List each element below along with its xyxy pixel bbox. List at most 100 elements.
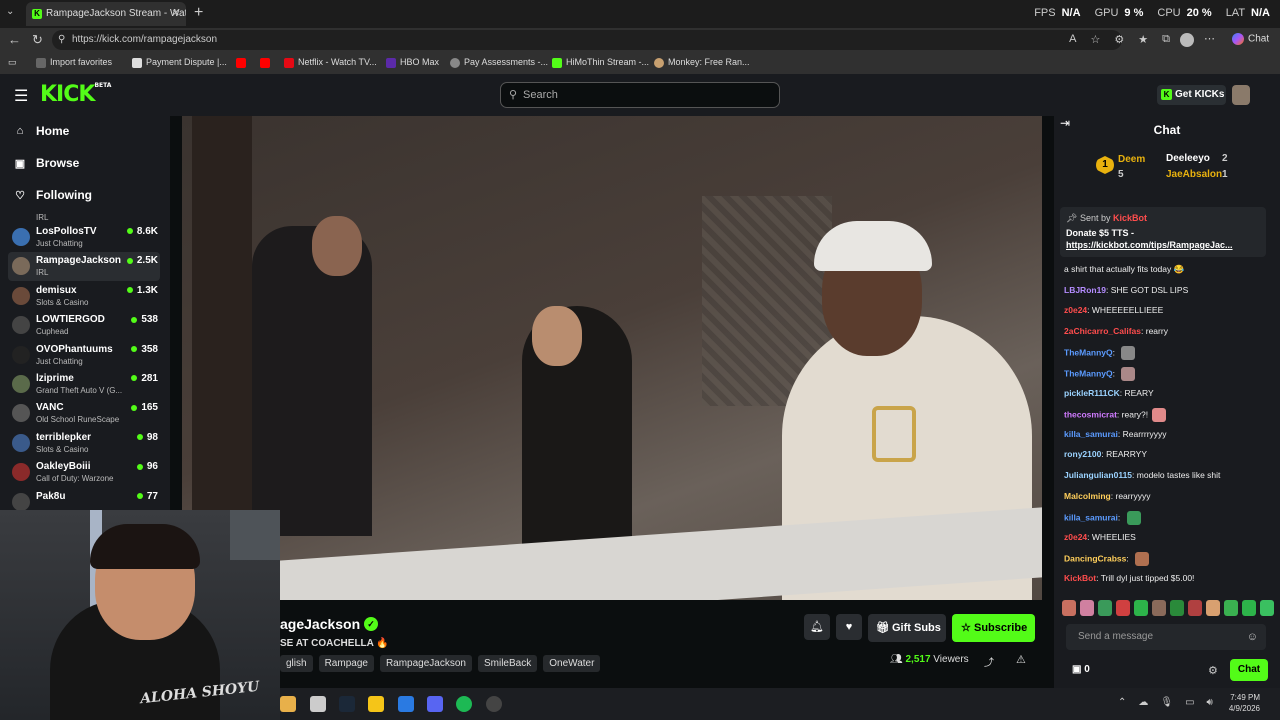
- sidebar-channel-item[interactable]: OVOPhantuums Just Chatting 358: [8, 341, 160, 370]
- hamburger-menu-icon[interactable]: ☰: [14, 86, 28, 106]
- chat-username[interactable]: TheMannyQ: [1064, 368, 1113, 378]
- sidebar-channel-item[interactable]: LosPollosTV Just Chatting 8.6K: [8, 223, 160, 252]
- file-explorer-icon[interactable]: [280, 696, 296, 712]
- emote-icon[interactable]: [1170, 600, 1184, 616]
- search-input[interactable]: ⚲ Search: [500, 82, 780, 108]
- tray-overflow-icon[interactable]: ⌃: [1118, 697, 1126, 708]
- system-clock[interactable]: 7:49 PM 4/9/2026: [1229, 692, 1260, 714]
- favorites-icon[interactable]: ★: [1138, 33, 1148, 46]
- chat-username[interactable]: rony2100: [1064, 449, 1101, 459]
- store-icon[interactable]: [310, 696, 326, 712]
- url-input[interactable]: ⚲ https://kick.com/rampagejackson: [52, 30, 1122, 50]
- bookmark-youtube-2[interactable]: [260, 57, 274, 68]
- chat-username[interactable]: 2aChicarro_Califas: [1064, 326, 1141, 336]
- streamer-name[interactable]: ageJackson: [280, 616, 360, 632]
- new-tab-icon[interactable]: +: [194, 4, 203, 22]
- sidebar-item-browse[interactable]: ▣ Browse: [14, 156, 80, 170]
- chat-username[interactable]: killa_samurai: [1064, 512, 1118, 522]
- bookmark-hbo-max[interactable]: HBO Max: [386, 57, 439, 68]
- chat-username[interactable]: LBJRon19: [1064, 285, 1106, 295]
- bookmark-youtube-1[interactable]: [236, 57, 250, 68]
- leaderboard-name-2[interactable]: Deeleeyo: [1166, 153, 1210, 164]
- tag-chip[interactable]: Rampage: [318, 655, 374, 672]
- leaderboard-name-3[interactable]: JaeAbsalon: [1166, 169, 1222, 180]
- copilot-chat-button[interactable]: Chat: [1232, 33, 1269, 45]
- kicks-balance[interactable]: ▣ 0: [1072, 664, 1090, 675]
- bookmark-payment-dispute[interactable]: Payment Dispute |...: [132, 57, 227, 68]
- emote-icon[interactable]: [1080, 600, 1094, 616]
- chat-username[interactable]: z0e24: [1064, 305, 1087, 315]
- pinned-link[interactable]: https://kickbot.com/tips/RampageJac...: [1066, 240, 1260, 250]
- share-icon[interactable]: ⤴: [984, 654, 994, 669]
- spotify-icon[interactable]: [456, 696, 472, 712]
- cloud-icon[interactable]: ☁: [1138, 697, 1148, 708]
- close-tab-icon[interactable]: ✕: [172, 2, 180, 26]
- get-kicks-button[interactable]: K Get KICKs: [1157, 85, 1226, 105]
- tag-chip[interactable]: OneWater: [543, 655, 601, 672]
- chat-username[interactable]: z0e24: [1064, 532, 1087, 542]
- chat-username[interactable]: pickleR111CK: [1064, 388, 1120, 398]
- steam-icon[interactable]: [339, 696, 355, 712]
- discord-icon[interactable]: [427, 696, 443, 712]
- send-chat-button[interactable]: Chat: [1230, 659, 1268, 681]
- chat-username[interactable]: Juliangulian0115: [1064, 470, 1132, 480]
- chat-username[interactable]: Malcolming: [1064, 491, 1111, 501]
- sidebar-item-following[interactable]: ♡ Following: [14, 188, 92, 202]
- refresh-icon[interactable]: ↻: [32, 32, 43, 48]
- emote-icon[interactable]: [1134, 600, 1148, 616]
- microphone-icon[interactable]: 🎙︎: [1160, 697, 1173, 708]
- emote-icon[interactable]: [1206, 600, 1220, 616]
- tag-chip[interactable]: SmileBack: [477, 655, 538, 672]
- sidebar-channel-item[interactable]: LOWTIERGOD Cuphead 538: [8, 311, 160, 340]
- video-player[interactable]: [182, 116, 1042, 600]
- read-aloud-icon[interactable]: A: [1069, 33, 1076, 46]
- site-info-icon[interactable]: ⚲: [58, 30, 65, 50]
- display-icon[interactable]: ▭: [1185, 697, 1194, 708]
- sidebar-channel-item[interactable]: VANC Old School RuneScape 165: [8, 399, 160, 428]
- emote-icon[interactable]: [1152, 600, 1166, 616]
- chat-message-input[interactable]: Send a message ☺: [1066, 624, 1266, 650]
- emote-icon[interactable]: [1188, 600, 1202, 616]
- tag-chip[interactable]: glish: [280, 655, 313, 672]
- sticky-notes-icon[interactable]: [368, 696, 384, 712]
- emote-icon[interactable]: [1116, 600, 1130, 616]
- sidebar-channel-item[interactable]: RampageJackson IRL 2.5K: [8, 252, 160, 282]
- emote-icon[interactable]: [1098, 600, 1112, 616]
- chat-username[interactable]: killa_samurai: [1064, 429, 1118, 439]
- bookmark-himothin[interactable]: HiMoThin Stream -...: [552, 57, 649, 68]
- extensions-icon[interactable]: ⚙: [1114, 33, 1124, 46]
- collections-icon[interactable]: ⧉: [1162, 33, 1170, 46]
- tag-chip[interactable]: RampageJackson: [379, 655, 472, 672]
- chat-username[interactable]: thecosmicrat: [1064, 409, 1117, 419]
- sidebar-channel-item[interactable]: terriblepker Slots & Casino 98: [8, 429, 160, 458]
- chrome-icon[interactable]: [486, 696, 502, 712]
- kick-logo[interactable]: KICKBETA: [40, 82, 111, 107]
- gift-subs-button[interactable]: 🎁︎ Gift Subs: [868, 614, 946, 642]
- bookmarks-menu-icon[interactable]: ▭: [8, 57, 17, 68]
- profile-avatar[interactable]: [1180, 33, 1194, 47]
- sidebar-channel-item[interactable]: lziprime Grand Theft Auto V (G... 281: [8, 370, 160, 399]
- sidebar-item-home[interactable]: ⌂ Home: [14, 124, 70, 138]
- subscribe-button[interactable]: ☆ Subscribe: [952, 614, 1035, 642]
- emote-icon[interactable]: [1242, 600, 1256, 616]
- collapse-chat-icon[interactable]: ⇥: [1060, 116, 1070, 130]
- emote-icon[interactable]: [1224, 600, 1238, 616]
- favorite-star-icon[interactable]: ☆: [1091, 33, 1101, 46]
- chat-username[interactable]: TheMannyQ: [1064, 348, 1113, 358]
- leaderboard-name-1[interactable]: Deem: [1118, 154, 1145, 165]
- browser-tab[interactable]: K RampageJackson Stream - Watch ✕: [26, 2, 186, 26]
- follow-heart-button[interactable]: ♥: [836, 614, 862, 640]
- back-icon[interactable]: ←: [8, 32, 21, 47]
- emote-icon[interactable]: [1260, 600, 1274, 616]
- notification-bell-button[interactable]: 🔔︎: [804, 614, 830, 640]
- report-icon[interactable]: ⚠: [1016, 653, 1026, 666]
- bookmark-monkey[interactable]: Monkey: Free Ran...: [654, 57, 750, 68]
- sidebar-channel-item[interactable]: demisux Slots & Casino 1.3K: [8, 282, 160, 311]
- more-menu-icon[interactable]: ⋯: [1204, 32, 1215, 45]
- emoji-picker-icon[interactable]: ☺: [1247, 624, 1258, 650]
- user-avatar[interactable]: [1232, 85, 1250, 105]
- sidebar-channel-item[interactable]: OakleyBoiii Call of Duty: Warzone 96: [8, 458, 160, 487]
- bookmark-import-favorites[interactable]: Import favorites: [36, 57, 112, 68]
- chat-settings-gear-icon[interactable]: ⚙: [1208, 664, 1218, 677]
- chat-username[interactable]: KickBot: [1064, 573, 1096, 583]
